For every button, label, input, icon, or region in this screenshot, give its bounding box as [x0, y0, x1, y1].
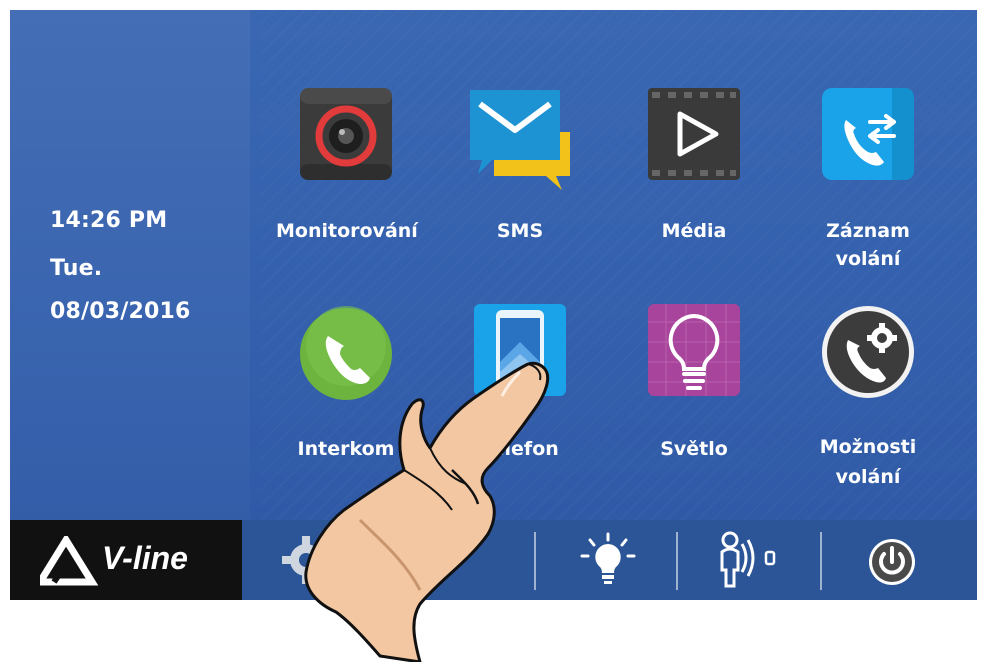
- pointing-hand-illustration: [304, 361, 550, 662]
